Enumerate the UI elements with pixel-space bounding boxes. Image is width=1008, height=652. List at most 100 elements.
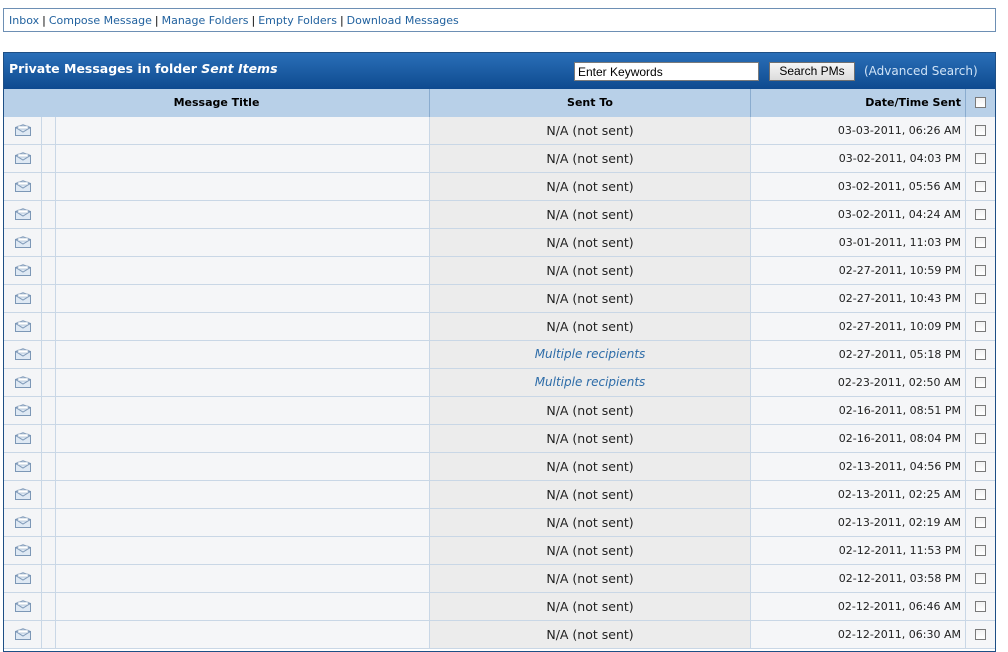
message-row[interactable]: N/A (not sent) 03-03-2011, 06:26 AM — [4, 117, 995, 145]
row-select-cell — [966, 285, 995, 312]
row-checkbox[interactable] — [975, 517, 986, 528]
nav-separator: | — [339, 14, 344, 27]
message-row[interactable]: N/A (not sent) 03-01-2011, 11:03 PM — [4, 229, 995, 257]
row-sent-to: N/A (not sent) — [430, 257, 751, 284]
row-checkbox[interactable] — [975, 237, 986, 248]
row-title-cell[interactable] — [56, 397, 430, 424]
row-title-cell[interactable] — [56, 369, 430, 396]
envelope-icon — [15, 628, 31, 640]
row-date: 02-16-2011, 08:04 PM — [751, 425, 966, 452]
row-status-cell — [42, 425, 56, 452]
row-select-cell — [966, 509, 995, 536]
nav-empty-folders-link[interactable]: Empty Folders — [258, 14, 337, 27]
row-icon-cell — [4, 313, 42, 340]
row-checkbox[interactable] — [975, 293, 986, 304]
row-title-cell[interactable] — [56, 481, 430, 508]
message-row[interactable]: N/A (not sent) 02-13-2011, 02:19 AM — [4, 509, 995, 537]
column-header-select — [966, 89, 995, 117]
row-title-cell[interactable] — [56, 425, 430, 452]
search-pms-button[interactable]: Search PMs — [769, 62, 855, 81]
row-select-cell — [966, 201, 995, 228]
nav-manage-folders-link[interactable]: Manage Folders — [162, 14, 249, 27]
row-title-cell[interactable] — [56, 229, 430, 256]
row-checkbox[interactable] — [975, 545, 986, 556]
row-title-cell[interactable] — [56, 201, 430, 228]
message-row[interactable]: Multiple recipients 02-23-2011, 02:50 AM — [4, 369, 995, 397]
row-checkbox[interactable] — [975, 209, 986, 220]
message-row[interactable]: N/A (not sent) 02-16-2011, 08:04 PM — [4, 425, 995, 453]
row-checkbox[interactable] — [975, 377, 986, 388]
message-row[interactable]: N/A (not sent) 02-12-2011, 06:30 AM — [4, 621, 995, 649]
row-icon-cell — [4, 173, 42, 200]
row-sent-to[interactable]: Multiple recipients — [430, 341, 751, 368]
row-title-cell[interactable] — [56, 453, 430, 480]
row-checkbox[interactable] — [975, 349, 986, 360]
row-select-cell — [966, 341, 995, 368]
row-title-cell[interactable] — [56, 285, 430, 312]
row-checkbox[interactable] — [975, 629, 986, 640]
message-row[interactable]: N/A (not sent) 02-13-2011, 02:25 AM — [4, 481, 995, 509]
keyword-search-input[interactable] — [574, 62, 759, 81]
row-checkbox[interactable] — [975, 181, 986, 192]
row-title-cell[interactable] — [56, 173, 430, 200]
envelope-icon — [15, 180, 31, 192]
row-checkbox[interactable] — [975, 405, 986, 416]
panel-header: Private Messages in folder Sent Items Se… — [4, 53, 995, 89]
row-title-cell[interactable] — [56, 509, 430, 536]
advanced-search-link[interactable]: (Advanced Search) — [864, 64, 978, 78]
row-checkbox[interactable] — [975, 601, 986, 612]
row-title-cell[interactable] — [56, 145, 430, 172]
message-row[interactable]: N/A (not sent) 02-27-2011, 10:09 PM — [4, 313, 995, 341]
row-title-cell[interactable] — [56, 537, 430, 564]
row-checkbox[interactable] — [975, 433, 986, 444]
row-select-cell — [966, 621, 995, 648]
column-header-title[interactable]: Message Title — [4, 89, 430, 117]
row-checkbox[interactable] — [975, 573, 986, 584]
row-select-cell — [966, 145, 995, 172]
row-checkbox[interactable] — [975, 125, 986, 136]
envelope-icon — [15, 460, 31, 472]
row-title-cell[interactable] — [56, 117, 430, 144]
message-row[interactable]: N/A (not sent) 03-02-2011, 04:24 AM — [4, 201, 995, 229]
column-header-sent-to[interactable]: Sent To — [430, 89, 751, 117]
row-icon-cell — [4, 369, 42, 396]
nav-download-link[interactable]: Download Messages — [347, 14, 459, 27]
message-row[interactable]: N/A (not sent) 02-12-2011, 03:58 PM — [4, 565, 995, 593]
row-checkbox[interactable] — [975, 489, 986, 500]
row-title-cell[interactable] — [56, 257, 430, 284]
message-row[interactable]: N/A (not sent) 02-13-2011, 04:56 PM — [4, 453, 995, 481]
row-date: 02-23-2011, 02:50 AM — [751, 369, 966, 396]
message-row[interactable]: N/A (not sent) 03-02-2011, 05:56 AM — [4, 173, 995, 201]
select-all-checkbox[interactable] — [975, 97, 986, 108]
row-select-cell — [966, 173, 995, 200]
row-sent-to: N/A (not sent) — [430, 397, 751, 424]
message-row[interactable]: N/A (not sent) 02-12-2011, 11:53 PM — [4, 537, 995, 565]
row-date: 02-13-2011, 02:25 AM — [751, 481, 966, 508]
row-icon-cell — [4, 257, 42, 284]
message-row[interactable]: N/A (not sent) 02-12-2011, 06:46 AM — [4, 593, 995, 621]
message-row[interactable]: N/A (not sent) 02-27-2011, 10:59 PM — [4, 257, 995, 285]
nav-inbox-link[interactable]: Inbox — [9, 14, 39, 27]
row-title-cell[interactable] — [56, 565, 430, 592]
nav-compose-link[interactable]: Compose Message — [49, 14, 152, 27]
row-title-cell[interactable] — [56, 593, 430, 620]
row-select-cell — [966, 229, 995, 256]
message-row[interactable]: Multiple recipients 02-27-2011, 05:18 PM — [4, 341, 995, 369]
row-status-cell — [42, 117, 56, 144]
row-checkbox[interactable] — [975, 265, 986, 276]
row-checkbox[interactable] — [975, 461, 986, 472]
row-sent-to[interactable]: Multiple recipients — [430, 369, 751, 396]
message-row[interactable]: N/A (not sent) 03-02-2011, 04:03 PM — [4, 145, 995, 173]
row-checkbox[interactable] — [975, 153, 986, 164]
row-checkbox[interactable] — [975, 321, 986, 332]
row-title-cell[interactable] — [56, 313, 430, 340]
row-sent-to: N/A (not sent) — [430, 621, 751, 648]
row-icon-cell — [4, 397, 42, 424]
column-header-date[interactable]: Date/Time Sent — [751, 89, 966, 117]
row-icon-cell — [4, 621, 42, 648]
row-sent-to: N/A (not sent) — [430, 565, 751, 592]
message-row[interactable]: N/A (not sent) 02-27-2011, 10:43 PM — [4, 285, 995, 313]
row-title-cell[interactable] — [56, 341, 430, 368]
row-title-cell[interactable] — [56, 621, 430, 648]
message-row[interactable]: N/A (not sent) 02-16-2011, 08:51 PM — [4, 397, 995, 425]
